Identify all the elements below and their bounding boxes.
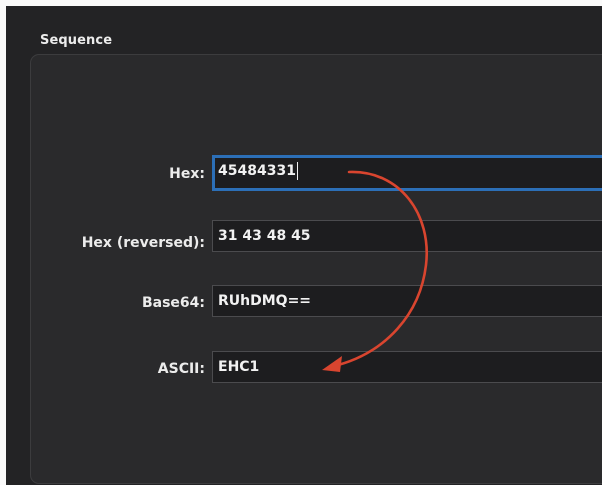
hex-field[interactable]: 45484331 <box>212 155 602 191</box>
hex-reversed-label: Hex (reversed): <box>81 235 205 251</box>
screenshot: Sequence Hex: 45484331 Hex (reversed): 3… <box>0 0 602 485</box>
ascii-field-value: EHC1 <box>218 359 260 375</box>
ascii-label: ASCII: <box>157 361 205 377</box>
base64-field-value: RUhDMQ== <box>218 293 312 309</box>
hex-reversed-field[interactable]: 31 43 48 45 <box>212 220 602 252</box>
sequence-group-box <box>30 54 602 484</box>
sequence-group-title: Sequence <box>40 33 113 48</box>
hex-field-value: 45484331 <box>218 163 296 179</box>
hex-reversed-field-value: 31 43 48 45 <box>218 228 311 244</box>
text-caret <box>296 162 298 180</box>
hex-label: Hex: <box>169 166 205 182</box>
ascii-field[interactable]: EHC1 <box>212 351 602 383</box>
base64-field[interactable]: RUhDMQ== <box>212 285 602 317</box>
base64-label: Base64: <box>141 295 205 311</box>
